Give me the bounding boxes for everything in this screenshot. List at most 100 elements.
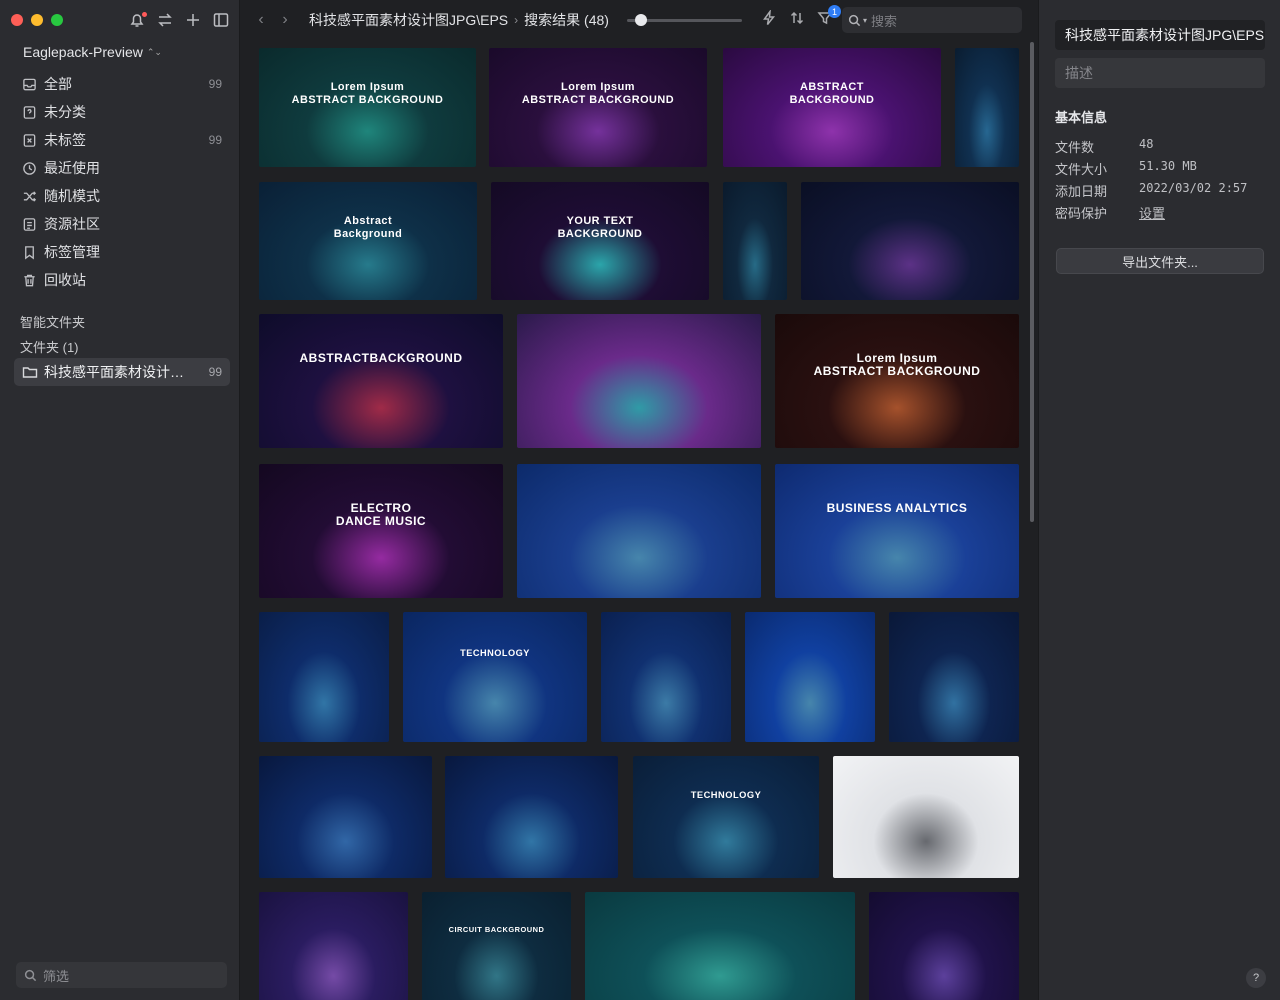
inbox-icon <box>23 78 36 90</box>
forward-button[interactable]: › <box>275 10 295 30</box>
thumbnail-5[interactable]: Abstract Background <box>259 182 477 300</box>
sidebar-item-trash[interactable]: 回收站 <box>14 266 230 294</box>
thumbnail-21[interactable] <box>445 756 618 878</box>
item-count: 99 <box>208 133 222 147</box>
toolbar-actions: 1 <box>761 5 841 28</box>
thumbnail-caption: ABSTRACTBACKGROUND <box>299 350 463 365</box>
thumbnail-19[interactable] <box>889 612 1019 742</box>
breadcrumb: 科技感平面素材设计图JPG\EPS › 搜索结果 (48) <box>309 10 609 30</box>
thumbnail-25[interactable]: CIRCUIT BACKGROUND <box>422 892 571 1000</box>
window-controls <box>11 14 63 26</box>
chevron-right-icon: › <box>514 13 519 27</box>
plus-icon[interactable] <box>184 11 204 31</box>
sidebar-item-label: 资源社区 <box>44 216 100 232</box>
info-value: 51.30 MB <box>1139 159 1197 173</box>
thumbnail-1[interactable]: Lorem Ipsum ABSTRACT BACKGROUND <box>259 48 476 167</box>
thumbnail-4[interactable] <box>955 48 1019 167</box>
thumbnail-caption: ELECTRO DANCE MUSIC <box>335 500 427 529</box>
info-value: 48 <box>1139 137 1154 151</box>
sidebar-item-tags[interactable]: 标签管理 <box>14 238 230 266</box>
sync-icon[interactable] <box>156 11 176 31</box>
sidebar-toggle-icon[interactable] <box>212 11 232 31</box>
basic-info-heading: 基本信息 <box>1055 110 1108 125</box>
thumbnail-9[interactable]: ABSTRACTBACKGROUND <box>259 314 503 448</box>
thumbnail-27[interactable] <box>869 892 1019 1000</box>
thumbnail-8[interactable] <box>801 182 1019 300</box>
filter-input[interactable]: 筛选 <box>16 962 227 988</box>
back-button[interactable]: ‹ <box>251 10 271 30</box>
thumbnail-2[interactable]: Lorem Ipsum ABSTRACT BACKGROUND <box>489 48 707 167</box>
info-value: 2022/03/02 2:57 <box>1139 181 1248 195</box>
info-row-file-count: 文件数 48 <box>1055 137 1265 156</box>
sort-icon[interactable] <box>789 10 807 28</box>
sidebar-item-label: 全部 <box>44 76 72 92</box>
thumbnail-10[interactable] <box>517 314 761 448</box>
notification-dot <box>142 12 147 17</box>
info-key: 添加日期 <box>1055 184 1108 199</box>
thumbnail-20[interactable] <box>259 756 432 878</box>
sidebar-item-untagged[interactable]: 未标签 99 <box>14 126 230 154</box>
thumbnail-caption: Lorem Ipsum ABSTRACT BACKGROUND <box>521 81 675 106</box>
sidebar-item-label: 最近使用 <box>44 160 100 176</box>
sidebar-item-uncategorized[interactable]: 未分类 <box>14 98 230 126</box>
thumbnail-26[interactable] <box>585 892 855 1000</box>
bell-icon[interactable] <box>128 11 148 31</box>
help-button[interactable]: ? <box>1246 968 1266 988</box>
library-switcher[interactable]: Eaglepack-Preview ⌃⌄ <box>23 44 162 60</box>
sidebar-item-label: 未分类 <box>44 104 86 120</box>
breadcrumb-search-result: 搜索结果 (48) <box>524 12 609 28</box>
thumbnail-23[interactable] <box>833 756 1019 878</box>
sidebar-folder-item[interactable]: 科技感平面素材设计图J... 99 <box>14 358 230 386</box>
thumbnail-14[interactable]: BUSINESS ANALYTICS <box>775 464 1019 598</box>
info-key: 文件数 <box>1055 140 1095 155</box>
thumbnail-caption: Lorem Ipsum ABSTRACT BACKGROUND <box>291 81 444 106</box>
grid-scrollbar[interactable] <box>1030 42 1034 522</box>
chevron-down-icon[interactable]: ▾ <box>863 16 867 25</box>
thumbnail-12[interactable]: ELECTRO DANCE MUSIC <box>259 464 503 598</box>
zoom-window-button[interactable] <box>51 14 63 26</box>
thumbnail-22[interactable]: TECHNOLOGY <box>633 756 819 878</box>
filter-icon[interactable]: 1 <box>817 5 841 28</box>
trash-icon <box>24 274 35 286</box>
password-setup-link[interactable]: 设置 <box>1139 203 1165 222</box>
question-box-icon <box>23 105 36 119</box>
tag-off-icon <box>23 133 36 147</box>
sidebar-item-random[interactable]: 随机模式 <box>14 182 230 210</box>
sidebar: Eaglepack-Preview ⌃⌄ 全部 99 未分类 未标签 99 最近… <box>0 0 240 1000</box>
thumbnail-11[interactable]: Lorem Ipsum ABSTRACT BACKGROUND <box>775 314 1019 448</box>
smart-folders-heading[interactable]: 智能文件夹 <box>20 312 85 331</box>
slider-knob[interactable] <box>635 14 647 26</box>
thumbnail-24[interactable] <box>259 892 408 1000</box>
sidebar-item-recent[interactable]: 最近使用 <box>14 154 230 182</box>
thumbnail-7[interactable] <box>723 182 787 300</box>
thumbnail-grid: Lorem Ipsum ABSTRACT BACKGROUND Lorem Ips… <box>241 40 1037 1000</box>
thumbnail-3[interactable]: ABSTRACT BACKGROUND <box>723 48 941 167</box>
description-field[interactable]: 描述 <box>1055 58 1265 88</box>
inspector-panel: 科技感平面素材设计图JPG\EPS 描述 基本信息 文件数 48 文件大小 51… <box>1038 0 1280 1000</box>
minimize-window-button[interactable] <box>31 14 43 26</box>
lightning-icon[interactable] <box>761 8 779 28</box>
sidebar-item-label: 标签管理 <box>44 244 100 260</box>
filter-count-badge: 1 <box>828 5 841 18</box>
thumbnail-caption: CIRCUIT BACKGROUND <box>448 924 545 934</box>
thumbnail-6[interactable]: YOUR TEXT BACKGROUND <box>491 182 709 300</box>
folder-name-field[interactable]: 科技感平面素材设计图JPG\EPS <box>1055 20 1265 50</box>
thumbnail-17[interactable] <box>601 612 731 742</box>
info-key: 密码保护 <box>1055 206 1108 221</box>
sidebar-item-community[interactable]: 资源社区 <box>14 210 230 238</box>
thumbnail-18[interactable] <box>745 612 875 742</box>
close-window-button[interactable] <box>11 14 23 26</box>
export-folder-button[interactable]: 导出文件夹... <box>1056 248 1264 274</box>
chevron-updown-icon: ⌃⌄ <box>146 46 162 57</box>
thumbnail-15[interactable] <box>259 612 389 742</box>
library-name: Eaglepack-Preview <box>23 44 143 60</box>
thumbnail-caption: ABSTRACT BACKGROUND <box>789 81 875 106</box>
folders-heading[interactable]: 文件夹 (1) <box>20 337 79 356</box>
thumbnail-16[interactable]: TECHNOLOGY <box>403 612 587 742</box>
thumbnail-13[interactable] <box>517 464 761 598</box>
breadcrumb-folder[interactable]: 科技感平面素材设计图JPG\EPS <box>309 10 508 30</box>
thumbnail-size-slider[interactable] <box>627 14 742 26</box>
sidebar-item-all[interactable]: 全部 99 <box>14 70 230 98</box>
search-input[interactable]: ▾ 搜索 <box>842 7 1022 33</box>
thumbnail-caption: YOUR TEXT BACKGROUND <box>557 215 643 240</box>
